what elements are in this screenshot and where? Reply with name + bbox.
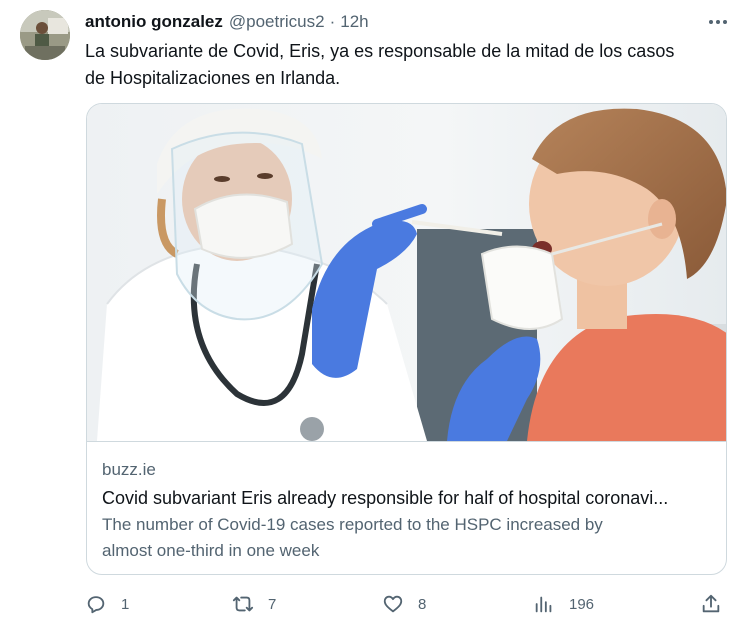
tweet-header: antonio gonzalez @poetricus2 · 12h bbox=[85, 12, 369, 34]
tweet-text: La subvariante de Covid, Eris, ya es res… bbox=[85, 38, 725, 92]
card-image bbox=[87, 104, 726, 441]
more-options-button[interactable] bbox=[708, 14, 728, 30]
tweet-timestamp[interactable]: 12h bbox=[340, 12, 368, 32]
heart-icon bbox=[383, 595, 403, 613]
card-description: The number of Covid-19 cases reported to… bbox=[102, 512, 702, 564]
header-separator: · bbox=[329, 12, 336, 31]
link-card[interactable]: buzz.ie Covid subvariant Eris already re… bbox=[86, 103, 727, 575]
like-count: 8 bbox=[418, 595, 427, 613]
card-body: buzz.ie Covid subvariant Eris already re… bbox=[87, 441, 726, 574]
tweet-text-line: La subvariante de Covid, Eris, ya es res… bbox=[85, 41, 675, 61]
more-dots-icon bbox=[709, 20, 727, 24]
views-count: 196 bbox=[569, 595, 595, 613]
reply-button[interactable]: 1 bbox=[85, 590, 129, 618]
card-domain: buzz.ie bbox=[102, 460, 156, 479]
like-button[interactable]: 8 bbox=[382, 590, 426, 618]
retweet-icon bbox=[232, 596, 254, 612]
author-handle[interactable]: @poetricus2 bbox=[229, 12, 325, 32]
share-icon bbox=[702, 594, 720, 613]
card-title: Covid subvariant Eris already responsibl… bbox=[102, 488, 669, 508]
tweet[interactable]: antonio gonzalez @poetricus2 · 12h La su… bbox=[0, 0, 750, 636]
avatar[interactable] bbox=[20, 10, 70, 60]
author-name[interactable]: antonio gonzalez bbox=[85, 12, 223, 32]
retweet-count: 7 bbox=[268, 595, 277, 613]
reply-icon bbox=[87, 596, 105, 614]
share-button[interactable] bbox=[700, 590, 722, 618]
action-bar: 1 7 8 196 bbox=[0, 590, 750, 620]
views-chart-icon bbox=[535, 596, 552, 613]
retweet-button[interactable]: 7 bbox=[232, 590, 276, 618]
tweet-text-line: de Hospitalizaciones en Irlanda. bbox=[85, 68, 341, 88]
avatar-image bbox=[20, 10, 70, 60]
views-button[interactable]: 196 bbox=[533, 590, 594, 618]
reply-count: 1 bbox=[121, 595, 130, 613]
card-description-line: The number of Covid-19 cases reported to… bbox=[102, 515, 603, 534]
card-description-line: almost one-third in one week bbox=[102, 541, 320, 560]
